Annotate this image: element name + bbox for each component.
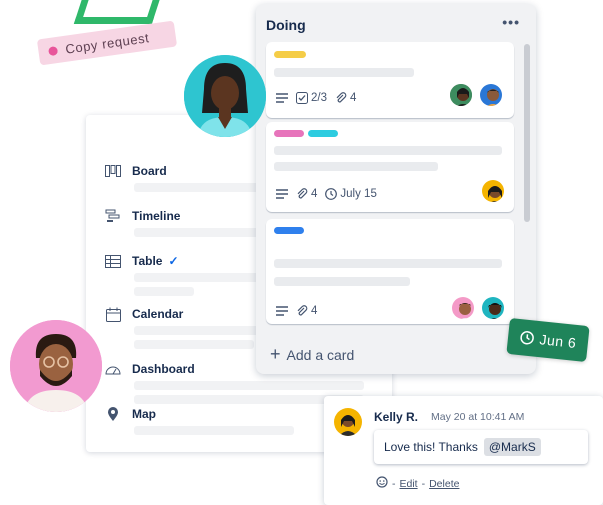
card-2[interactable]: 4 July 15 xyxy=(266,122,514,212)
placeholder-line xyxy=(274,277,410,286)
view-item-calendar[interactable]: Calendar xyxy=(104,306,183,322)
clock-icon xyxy=(519,331,534,345)
woman-avatar xyxy=(184,55,266,137)
blue-avatar[interactable] xyxy=(478,82,504,108)
pink-avatar[interactable] xyxy=(450,295,476,321)
card-label-cyan[interactable] xyxy=(308,130,338,137)
comment-text-box: Love this! Thanks @MarkS xyxy=(374,430,588,464)
view-item-dashboard[interactable]: Dashboard xyxy=(104,361,195,377)
view-label-timeline: Timeline xyxy=(132,209,181,223)
card-label-yellow[interactable] xyxy=(274,51,306,58)
calendar-icon xyxy=(104,306,122,322)
comment-timestamp: May 20 at 10:41 AM xyxy=(431,411,525,423)
attachment-count: 4 xyxy=(350,92,357,104)
paperclip-icon xyxy=(336,92,347,103)
description-icon xyxy=(276,93,288,103)
view-label-board: Board xyxy=(132,164,167,178)
view-item-timeline[interactable]: Timeline xyxy=(104,208,180,224)
placeholder-line xyxy=(274,259,502,268)
description-icon xyxy=(276,306,288,316)
list-scrollbar[interactable] xyxy=(524,44,530,222)
attachment-badge: 4 xyxy=(296,305,317,317)
emoji-reaction-icon[interactable] xyxy=(376,476,388,491)
copy-request-tag[interactable]: Copy request xyxy=(36,20,178,66)
board-icon xyxy=(104,163,122,179)
attachment-count: 4 xyxy=(311,188,318,200)
attachment-badge: 4 xyxy=(335,92,356,104)
list-title: Doing xyxy=(266,17,306,33)
selected-check-icon: ✓ xyxy=(168,254,179,268)
view-item-table[interactable]: Table ✓ xyxy=(104,253,179,269)
plus-icon: + xyxy=(270,344,281,364)
separator: - xyxy=(421,477,426,490)
copy-request-label: Copy request xyxy=(64,29,151,57)
separator: - xyxy=(392,477,396,490)
card-3[interactable]: 4 xyxy=(266,219,514,324)
card-1[interactable]: 2/3 4 xyxy=(266,42,514,118)
card-badges: 2/3 4 xyxy=(276,92,356,104)
due-date-badge: July 15 xyxy=(325,188,377,200)
card-badges: 4 xyxy=(276,305,317,317)
placeholder-line xyxy=(274,146,502,155)
card-label-blue[interactable] xyxy=(274,227,304,234)
add-card-button[interactable]: + Add a card xyxy=(270,344,354,365)
doing-list: Doing ••• 2/3 4 4 July 15 4 + Add a card xyxy=(256,4,536,374)
placeholder-line xyxy=(134,426,294,435)
attachment-badge: 4 xyxy=(296,188,317,200)
placeholder-line xyxy=(274,68,414,77)
clock-icon xyxy=(325,188,338,200)
map-pin-icon xyxy=(104,406,122,422)
description-icon xyxy=(276,189,288,199)
placeholder-line xyxy=(134,340,254,349)
placeholder-line xyxy=(134,381,364,390)
card-label-pink[interactable] xyxy=(274,130,304,137)
comment-author: Kelly R. xyxy=(374,410,419,424)
view-item-board[interactable]: Board xyxy=(104,163,167,179)
paperclip-icon xyxy=(297,188,308,199)
add-card-label: Add a card xyxy=(286,346,355,363)
view-item-map[interactable]: Map xyxy=(104,406,156,422)
comment-mention[interactable]: @MarkS xyxy=(483,438,541,456)
checklist-badge: 2/3 xyxy=(296,92,327,104)
tag-dot-icon xyxy=(47,45,59,56)
view-label-table: Table xyxy=(132,254,163,268)
green-frame-decoration xyxy=(73,0,165,24)
placeholder-line xyxy=(134,287,194,296)
view-label-map: Map xyxy=(132,407,156,421)
timeline-icon xyxy=(104,208,122,224)
card-badges: 4 July 15 xyxy=(276,188,377,200)
delete-link[interactable]: Delete xyxy=(429,478,459,490)
checklist-icon xyxy=(296,92,308,104)
due-date: July 15 xyxy=(340,188,377,200)
list-more-icon[interactable]: ••• xyxy=(502,14,520,30)
attachment-count: 4 xyxy=(311,305,318,317)
comment-text: Love this! Thanks xyxy=(384,440,478,454)
comment-actions: - Edit - Delete xyxy=(376,476,459,491)
checklist-count: 2/3 xyxy=(311,92,327,104)
yellow-avatar[interactable] xyxy=(480,178,506,204)
man-avatar xyxy=(10,320,102,412)
table-icon xyxy=(104,253,122,269)
view-label-dashboard: Dashboard xyxy=(132,362,195,376)
view-label-calendar: Calendar xyxy=(132,307,184,321)
comment-card: Kelly R. May 20 at 10:41 AM Love this! T… xyxy=(324,396,603,505)
paperclip-icon xyxy=(297,305,308,316)
teal-avatar[interactable] xyxy=(480,295,506,321)
dashboard-icon xyxy=(104,361,122,377)
due-date-label: Jun 6 xyxy=(538,331,578,351)
placeholder-line xyxy=(274,162,438,171)
dark-skin-woman-avatar[interactable] xyxy=(448,82,474,108)
edit-link[interactable]: Edit xyxy=(400,478,418,490)
kelly-avatar xyxy=(334,408,362,436)
